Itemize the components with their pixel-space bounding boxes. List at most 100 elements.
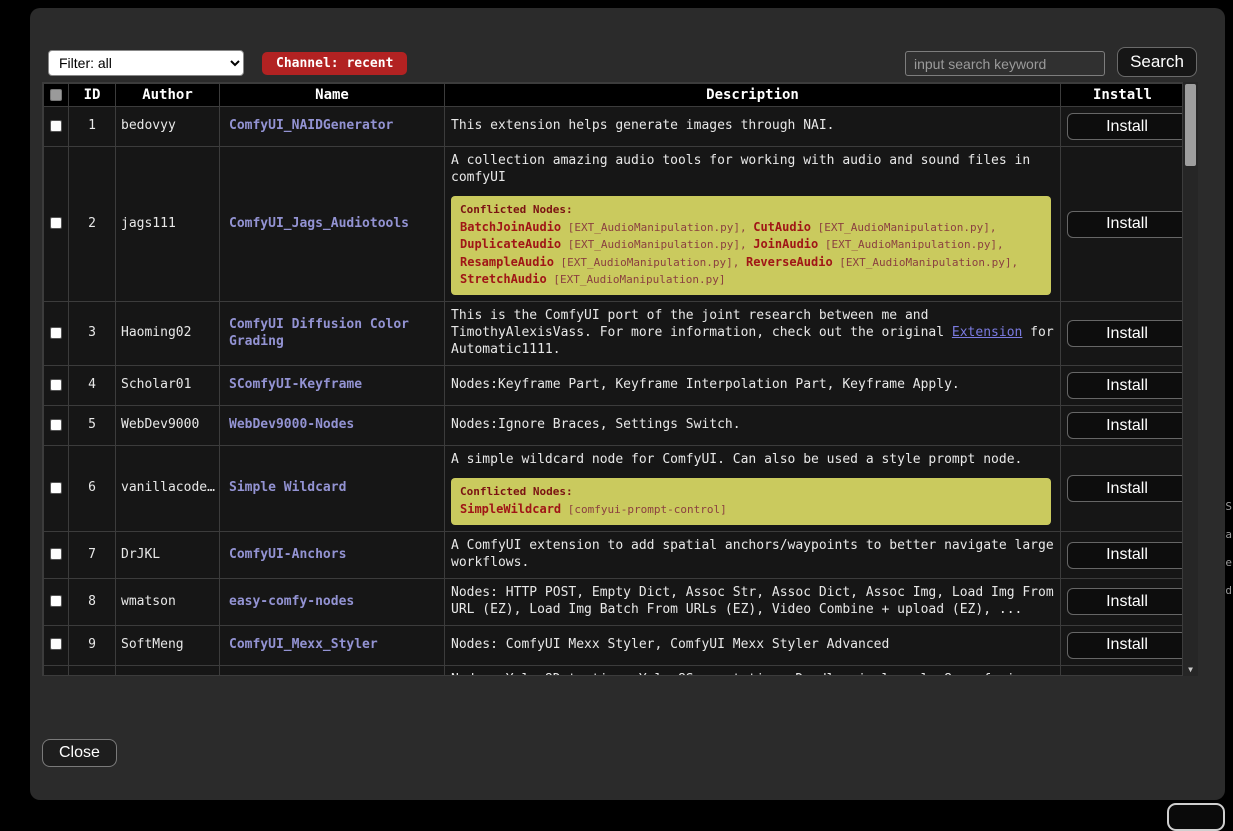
- conflict-node-source: [EXT_AudioManipulation.py],: [561, 238, 753, 251]
- extension-name-link[interactable]: ComfyUI_Jags_Audiotools: [229, 216, 409, 231]
- cell-install: Install: [1061, 625, 1184, 665]
- cell-install: Install: [1061, 446, 1184, 532]
- cell-id: 9: [69, 625, 116, 665]
- install-button[interactable]: Install: [1067, 211, 1183, 238]
- cell-name: Simple Wildcard: [220, 446, 445, 532]
- install-button[interactable]: Install: [1067, 475, 1183, 502]
- extension-name-link[interactable]: ComfyUI Diffusion Color Grading: [229, 317, 409, 349]
- install-button[interactable]: Install: [1067, 372, 1183, 399]
- conflict-node-name: CutAudio: [753, 220, 811, 234]
- cell-description: Nodes:Ignore Braces, Settings Switch.: [445, 406, 1061, 446]
- cell-name: ComfyUI-Anchors: [220, 532, 445, 579]
- install-button[interactable]: Install: [1067, 542, 1183, 569]
- row-checkbox[interactable]: [50, 217, 62, 229]
- conflict-nodes: SimpleWildcard [comfyui-prompt-control]: [460, 501, 1042, 518]
- conflict-box: Conflicted Nodes: SimpleWildcard [comfyui…: [451, 478, 1051, 525]
- install-button[interactable]: Install: [1067, 588, 1183, 615]
- filter-select[interactable]: Filter: all: [48, 50, 244, 76]
- cell-author: DrJKL: [116, 532, 220, 579]
- description-text: A collection amazing audio tools for wor…: [451, 153, 1030, 185]
- cell-description: A ComfyUI extension to add spatial ancho…: [445, 532, 1061, 579]
- extension-name-link[interactable]: ComfyUI_Mexx_Styler: [229, 637, 378, 652]
- row-checkbox[interactable]: [50, 595, 62, 607]
- install-button[interactable]: Install: [1067, 320, 1183, 347]
- extension-name-link[interactable]: Simple Wildcard: [229, 480, 346, 495]
- cell-select: [44, 406, 69, 446]
- table-row: 9SoftMengComfyUI_Mexx_StylerNodes: Comfy…: [44, 625, 1184, 665]
- cell-id: 4: [69, 366, 116, 406]
- cell-description: This is the ComfyUI port of the joint re…: [445, 302, 1061, 366]
- conflict-title: Conflicted Nodes:: [460, 203, 1042, 216]
- custom-nodes-dialog: Filter: all Channel: recent Search ID Au…: [30, 8, 1225, 800]
- description-text: Nodes:Ignore Braces, Settings Switch.: [451, 417, 741, 432]
- install-button[interactable]: Install: [1067, 675, 1183, 676]
- cell-install: Install: [1061, 107, 1184, 147]
- extension-name-link[interactable]: easy-comfy-nodes: [229, 594, 354, 609]
- cell-select: [44, 665, 69, 676]
- row-checkbox[interactable]: [50, 638, 62, 650]
- extension-name-link[interactable]: WebDev9000-Nodes: [229, 417, 354, 432]
- cell-author: zcfrank1st: [116, 665, 220, 676]
- conflict-node-name: JoinAudio: [753, 237, 818, 251]
- select-all-checkbox[interactable]: [50, 89, 62, 101]
- install-button[interactable]: Install: [1067, 412, 1183, 439]
- scrollbar-down-arrow-icon[interactable]: ▼: [1183, 665, 1198, 674]
- edge-letter-fragment: a: [1225, 528, 1232, 541]
- install-button[interactable]: Install: [1067, 632, 1183, 659]
- table-row: 7DrJKLComfyUI-AnchorsA ComfyUI extension…: [44, 532, 1184, 579]
- extension-name-link[interactable]: ComfyUI-Anchors: [229, 547, 346, 562]
- row-checkbox[interactable]: [50, 120, 62, 132]
- table-scrollbar[interactable]: ▼: [1183, 82, 1198, 676]
- conflict-node-source: [comfyui-prompt-control]: [561, 503, 727, 516]
- table-row: 1bedovyyComfyUI_NAIDGeneratorThis extens…: [44, 107, 1184, 147]
- cell-description: A collection amazing audio tools for wor…: [445, 147, 1061, 302]
- row-checkbox[interactable]: [50, 482, 62, 494]
- conflict-node-source: [EXT_AudioManipulation.py],: [818, 238, 1003, 251]
- description-link[interactable]: Extension: [952, 325, 1022, 340]
- cell-author: Scholar01: [116, 366, 220, 406]
- cell-name: ComfyUI_Mexx_Styler: [220, 625, 445, 665]
- conflict-node-name: StretchAudio: [460, 272, 547, 286]
- header-description: Description: [445, 84, 1061, 107]
- table-header-row: ID Author Name Description Install: [44, 84, 1184, 107]
- row-checkbox[interactable]: [50, 379, 62, 391]
- cell-select: [44, 107, 69, 147]
- conflict-title: Conflicted Nodes:: [460, 485, 1042, 498]
- cell-description: Nodes:Keyframe Part, Keyframe Interpolat…: [445, 366, 1061, 406]
- cell-select: [44, 147, 69, 302]
- cell-description: Nodes: ComfyUI Mexx Styler, ComfyUI Mexx…: [445, 625, 1061, 665]
- cell-description: Nodes: Yolov8Detection, Yolov8Segmentati…: [445, 665, 1061, 676]
- row-checkbox[interactable]: [50, 419, 62, 431]
- row-checkbox[interactable]: [50, 327, 62, 339]
- table-row: 6vanillacode…Simple WildcardA simple wil…: [44, 446, 1184, 532]
- install-button[interactable]: Install: [1067, 113, 1183, 140]
- table-row: 3Haoming02ComfyUI Diffusion Color Gradin…: [44, 302, 1184, 366]
- nodes-table: ID Author Name Description Install 1bedo…: [43, 83, 1183, 676]
- conflict-node-name: BatchJoinAudio: [460, 220, 561, 234]
- conflict-box: Conflicted Nodes: BatchJoinAudio [EXT_Aud…: [451, 196, 1051, 296]
- cell-id: 6: [69, 446, 116, 532]
- scrollbar-thumb[interactable]: [1185, 84, 1196, 166]
- conflict-node-source: [EXT_AudioManipulation.py],: [561, 221, 753, 234]
- search-input[interactable]: [905, 51, 1105, 76]
- cell-select: [44, 446, 69, 532]
- edge-letter-fragment: e: [1225, 556, 1232, 569]
- cell-id: 10: [69, 665, 116, 676]
- cell-install: Install: [1061, 147, 1184, 302]
- close-button[interactable]: Close: [42, 739, 117, 767]
- search-button[interactable]: Search: [1117, 47, 1197, 77]
- conflict-node-source: [EXT_AudioManipulation.py],: [554, 256, 746, 269]
- row-checkbox[interactable]: [50, 548, 62, 560]
- header-name: Name: [220, 84, 445, 107]
- cell-author: vanillacode…: [116, 446, 220, 532]
- cell-name: SComfyUI-Keyframe: [220, 366, 445, 406]
- extension-name-link[interactable]: ComfyUI_NAIDGenerator: [229, 118, 393, 133]
- table-body: 1bedovyyComfyUI_NAIDGeneratorThis extens…: [44, 107, 1184, 677]
- cell-install: Install: [1061, 665, 1184, 676]
- conflict-node-name: DuplicateAudio: [460, 237, 561, 251]
- description-text: A ComfyUI extension to add spatial ancho…: [451, 538, 1054, 570]
- background-button-fragment: [1167, 803, 1225, 831]
- cell-install: Install: [1061, 366, 1184, 406]
- extension-name-link[interactable]: SComfyUI-Keyframe: [229, 377, 362, 392]
- header-install: Install: [1061, 84, 1184, 107]
